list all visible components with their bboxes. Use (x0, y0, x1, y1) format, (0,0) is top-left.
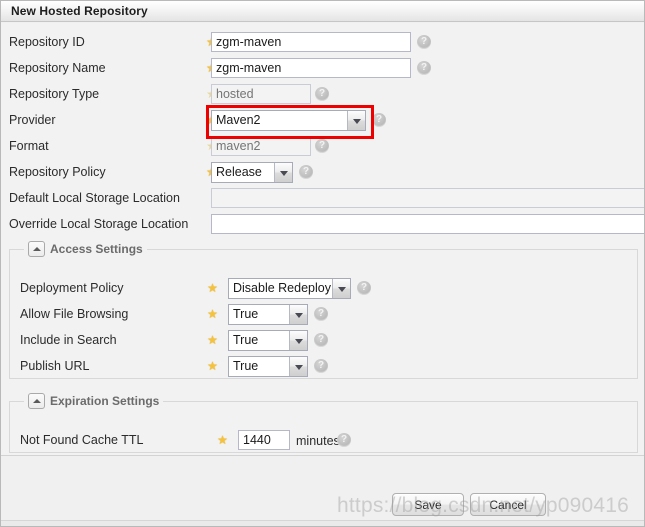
include-in-search-dropdown[interactable]: True (228, 330, 308, 351)
label-provider: Provider (9, 113, 56, 127)
help-icon-deployment-policy[interactable] (357, 281, 371, 295)
override-local-storage-location-input[interactable] (211, 214, 644, 234)
repository-id-input[interactable] (211, 32, 411, 52)
cancel-button[interactable]: Cancel (470, 493, 546, 516)
footer-status-bar (1, 520, 644, 526)
access-settings-legend-label: Access Settings (50, 242, 143, 256)
help-icon-include-in-search[interactable] (314, 333, 328, 347)
chevron-down-icon[interactable] (274, 163, 292, 182)
access-settings-legend: Access Settings (24, 241, 147, 257)
access-settings-group: Access Settings Deployment Policy ★ Disa… (9, 241, 638, 379)
field-row-repository-name: Repository Name ★ (1, 57, 644, 83)
help-icon-not-found-cache-ttl[interactable] (337, 433, 351, 447)
repository-name-input[interactable] (211, 58, 411, 78)
deployment-policy-dropdown-value: Disable Redeploy (233, 281, 331, 295)
expiration-settings-legend-label: Expiration Settings (50, 394, 160, 408)
required-star-not-found-cache-ttl: ★ (217, 433, 228, 447)
form-body: Repository ID ★ Repository Name ★ Reposi… (1, 23, 644, 456)
required-star-include-in-search: ★ (207, 333, 218, 347)
dialog-footer: Save Cancel (1, 456, 644, 526)
label-deployment-policy: Deployment Policy (20, 281, 124, 295)
collapse-up-icon[interactable] (28, 241, 45, 257)
field-row-repository-id: Repository ID ★ (1, 31, 644, 57)
field-row-provider: Provider ★ Maven2 (1, 109, 644, 135)
field-row-publish-url: Publish URL ★ True (10, 355, 639, 381)
chevron-down-icon[interactable] (347, 111, 365, 130)
include-in-search-dropdown-value: True (233, 333, 259, 347)
field-row-deployment-policy: Deployment Policy ★ Disable Redeploy (10, 277, 639, 303)
field-row-format: Format ★ (1, 135, 644, 161)
help-icon-provider[interactable] (372, 113, 386, 127)
label-repository-type: Repository Type (9, 87, 100, 101)
help-icon-publish-url[interactable] (314, 359, 328, 373)
allow-file-browsing-dropdown[interactable]: True (228, 304, 308, 325)
field-row-repository-type: Repository Type ★ (1, 83, 644, 109)
label-publish-url: Publish URL (20, 359, 90, 373)
deployment-policy-dropdown[interactable]: Disable Redeploy (228, 278, 351, 299)
not-found-cache-ttl-input[interactable] (238, 430, 290, 450)
new-hosted-repository-dialog: New Hosted Repository Repository ID ★ Re… (0, 0, 645, 527)
required-star-publish-url: ★ (207, 359, 218, 373)
label-format: Format (9, 139, 49, 153)
label-repository-name: Repository Name (9, 61, 106, 75)
label-override-local-storage-location: Override Local Storage Location (9, 217, 189, 231)
repository-policy-dropdown[interactable]: Release (211, 162, 293, 183)
not-found-cache-ttl-units: minutes (296, 434, 340, 448)
dialog-titlebar: New Hosted Repository (1, 1, 644, 22)
label-default-local-storage-location: Default Local Storage Location (9, 191, 180, 205)
label-allow-file-browsing: Allow File Browsing (20, 307, 129, 321)
page-title: New Hosted Repository (11, 4, 148, 18)
repository-policy-dropdown-value: Release (216, 165, 262, 179)
label-not-found-cache-ttl: Not Found Cache TTL (20, 433, 144, 447)
repository-type-input (211, 84, 311, 104)
chevron-down-icon[interactable] (289, 305, 307, 324)
field-row-repository-policy: Repository Policy ★ Release (1, 161, 644, 187)
expiration-settings-legend: Expiration Settings (24, 393, 163, 409)
provider-dropdown[interactable]: Maven2 (211, 110, 366, 131)
publish-url-dropdown-value: True (233, 359, 259, 373)
field-row-override-local-storage-location: Override Local Storage Location (1, 213, 644, 239)
expiration-settings-group: Expiration Settings Not Found Cache TTL … (9, 393, 638, 453)
required-star-deployment-policy: ★ (207, 281, 218, 295)
allow-file-browsing-dropdown-value: True (233, 307, 259, 321)
collapse-up-icon[interactable] (28, 393, 45, 409)
label-include-in-search: Include in Search (20, 333, 117, 347)
help-icon-allow-file-browsing[interactable] (314, 307, 328, 321)
chevron-down-icon[interactable] (332, 279, 350, 298)
field-row-include-in-search: Include in Search ★ True (10, 329, 639, 355)
label-repository-id: Repository ID (9, 35, 85, 49)
required-star-allow-file-browsing: ★ (207, 307, 218, 321)
chevron-down-icon[interactable] (289, 357, 307, 376)
help-icon-format[interactable] (315, 139, 329, 153)
publish-url-dropdown[interactable]: True (228, 356, 308, 377)
field-row-not-found-cache-ttl: Not Found Cache TTL ★ minutes (10, 429, 639, 455)
chevron-down-icon[interactable] (289, 331, 307, 350)
save-button[interactable]: Save (392, 493, 464, 516)
format-input (211, 136, 311, 156)
provider-dropdown-value: Maven2 (216, 113, 261, 127)
help-icon-repository-type[interactable] (315, 87, 329, 101)
field-row-allow-file-browsing: Allow File Browsing ★ True (10, 303, 639, 329)
help-icon-repository-id[interactable] (417, 35, 431, 49)
label-repository-policy: Repository Policy (9, 165, 106, 179)
help-icon-repository-policy[interactable] (299, 165, 313, 179)
help-icon-repository-name[interactable] (417, 61, 431, 75)
field-row-default-local-storage-location: Default Local Storage Location (1, 187, 644, 213)
default-local-storage-location-input (211, 188, 644, 208)
